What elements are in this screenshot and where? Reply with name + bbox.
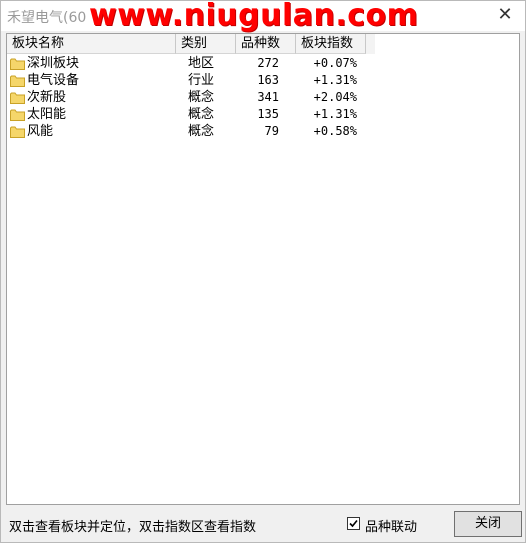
cell-index[interactable]: +0.58% bbox=[296, 123, 375, 140]
cell-index[interactable]: +2.04% bbox=[296, 89, 375, 106]
hint-text: 双击查看板块并定位，双击指数区查看指数 bbox=[9, 520, 257, 535]
list-header: 板块名称 类别 品种数 板块指数 bbox=[7, 34, 375, 54]
cell-index[interactable]: +1.31% bbox=[296, 72, 375, 89]
sector-name: 深圳板块 bbox=[27, 56, 80, 71]
cell-count: 135 bbox=[257, 107, 279, 121]
folder-icon bbox=[10, 58, 25, 70]
cell-count: 341 bbox=[257, 90, 279, 104]
table-row[interactable]: 太阳能 概念 135 +1.31% bbox=[7, 106, 375, 123]
cell-category: 概念 bbox=[188, 124, 215, 139]
cell-sector-name: 太阳能 bbox=[7, 106, 176, 123]
cell-sector-name: 电气设备 bbox=[7, 72, 176, 89]
cell-category: 行业 bbox=[188, 73, 215, 88]
check-icon bbox=[349, 519, 358, 528]
linkage-checkbox-label[interactable]: 品种联动 bbox=[365, 516, 417, 535]
folder-icon bbox=[10, 75, 25, 87]
table-row[interactable]: 风能 概念 79 +0.58% bbox=[7, 123, 375, 140]
title-bar[interactable]: 禾望电气(60 www.niugulan.com ✕ bbox=[1, 0, 525, 33]
sector-name: 电气设备 bbox=[27, 73, 80, 88]
cell-index[interactable]: +0.07% bbox=[296, 55, 375, 72]
sector-name: 太阳能 bbox=[27, 107, 67, 122]
cell-count: 272 bbox=[257, 56, 279, 70]
sector-list[interactable]: 板块名称 类别 品种数 板块指数 深圳板块 地区 272 +0.07% 电气设备 bbox=[6, 33, 520, 505]
table-row[interactable]: 深圳板块 地区 272 +0.07% bbox=[7, 55, 375, 72]
table-row[interactable]: 次新股 概念 341 +2.04% bbox=[7, 89, 375, 106]
cell-sector-name: 深圳板块 bbox=[7, 55, 176, 72]
footer-bar: 双击查看板块并定位，双击指数区查看指数 品种联动 关闭 bbox=[1, 507, 525, 542]
folder-icon bbox=[10, 126, 25, 138]
column-header-category[interactable]: 类别 bbox=[176, 34, 236, 54]
column-header-index[interactable]: 板块指数 bbox=[296, 34, 366, 54]
sector-name: 次新股 bbox=[27, 90, 67, 105]
cell-category: 地区 bbox=[188, 56, 215, 71]
cell-sector-name: 次新股 bbox=[7, 89, 176, 106]
cell-sector-name: 风能 bbox=[7, 123, 176, 140]
close-button[interactable]: 关闭 bbox=[454, 511, 522, 537]
cell-category: 概念 bbox=[188, 90, 215, 105]
cell-count: 79 bbox=[264, 124, 279, 138]
column-header-name[interactable]: 板块名称 bbox=[7, 34, 176, 54]
list-rows: 深圳板块 地区 272 +0.07% 电气设备 行业 163 +1.31% 次新… bbox=[7, 55, 375, 140]
watermark-text: www.niugulan.com bbox=[89, 0, 419, 33]
linkage-checkbox[interactable] bbox=[347, 517, 360, 530]
sector-name: 风能 bbox=[27, 124, 54, 139]
cell-category: 概念 bbox=[188, 107, 215, 122]
column-header-count[interactable]: 品种数 bbox=[236, 34, 296, 54]
sector-dialog: 禾望电气(60 www.niugulan.com ✕ 板块名称 类别 品种数 板… bbox=[0, 0, 526, 543]
window-title: 禾望电气(60 bbox=[7, 10, 87, 26]
folder-icon bbox=[10, 109, 25, 121]
cell-index[interactable]: +1.31% bbox=[296, 106, 375, 123]
table-row[interactable]: 电气设备 行业 163 +1.31% bbox=[7, 72, 375, 89]
cell-count: 163 bbox=[257, 73, 279, 87]
close-icon[interactable]: ✕ bbox=[493, 3, 517, 27]
folder-icon bbox=[10, 92, 25, 104]
